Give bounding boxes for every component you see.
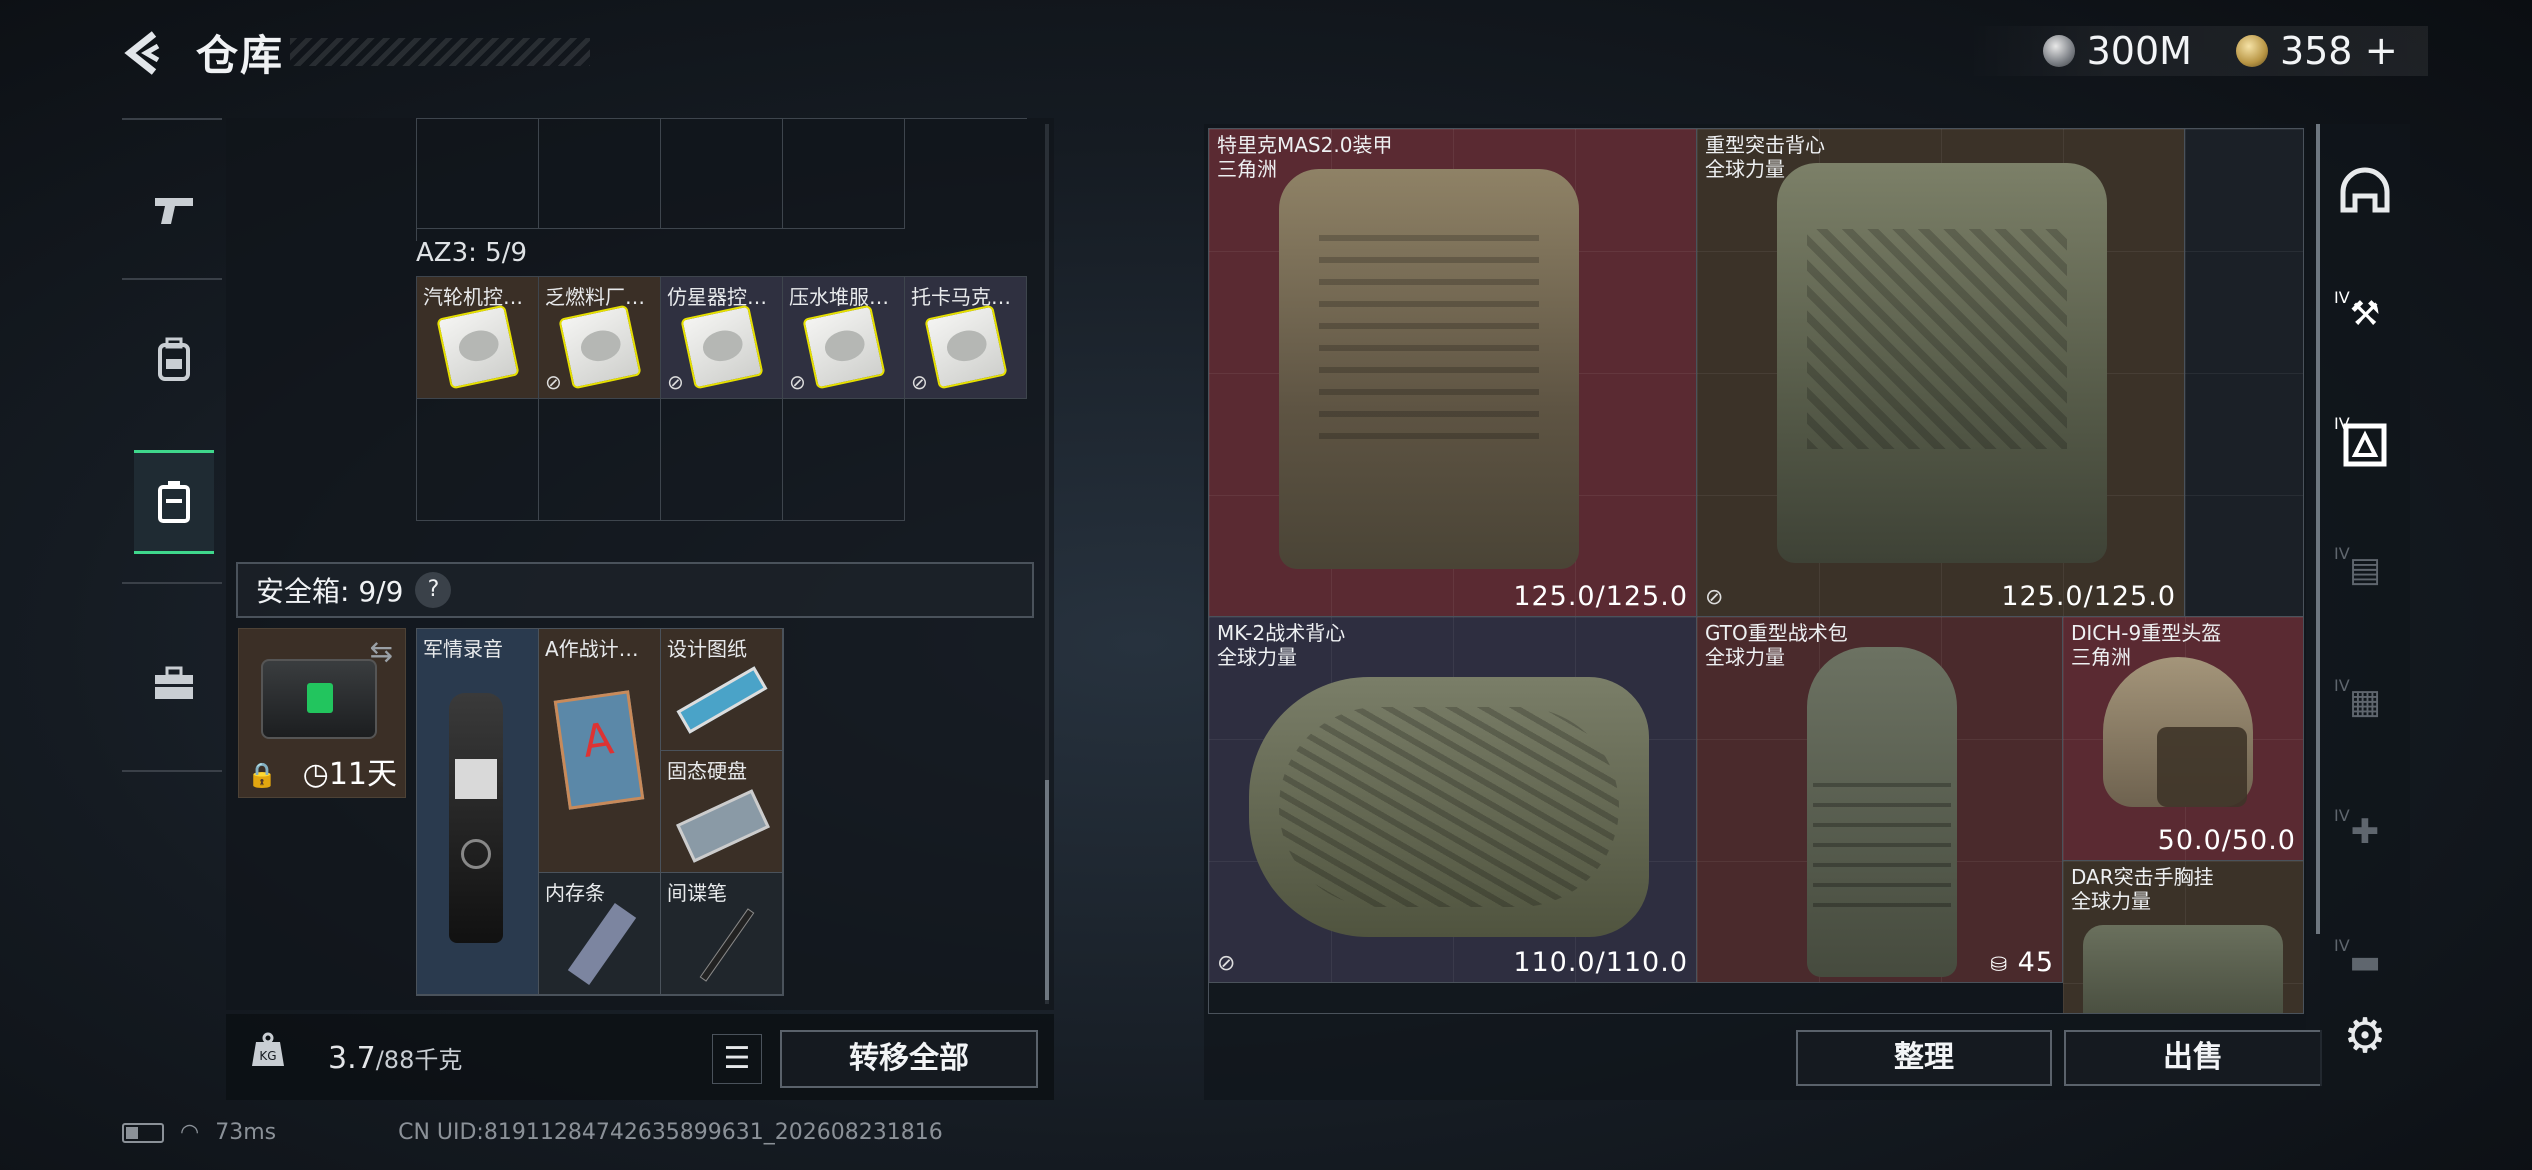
safe-box-slot[interactable]: ⇆ 🔒 ◷11天 [238, 628, 406, 798]
item-spy-pen[interactable]: 间谍笔 [661, 873, 783, 995]
no-insure-icon: ⊘ [1705, 585, 1724, 610]
no-insure-icon: ⊘ [667, 370, 684, 394]
keycard-image [924, 304, 1008, 390]
scrollbar[interactable] [1045, 780, 1049, 1000]
medical-tab-icon: ✚ [2350, 812, 2380, 852]
item-intel-recording[interactable]: 军情录音 [417, 629, 539, 995]
wifi-icon: ◠ [180, 1120, 200, 1145]
item-pwr-key[interactable]: 压水堆服… ⊘ [783, 277, 905, 399]
item-spent-fuel-key[interactable]: 乏燃料厂… ⊘ [539, 277, 661, 399]
item-dar-chest-rig[interactable]: DAR突击手胸挂 全球力量 [2063, 861, 2303, 1013]
az3-grid: 汽轮机控… 乏燃料厂… ⊘ 仿星器控… ⊘ 压水堆服… ⊘ 托卡马克… ⊘ [416, 276, 1027, 521]
equipment-grid: 特里克MAS2.0装甲 三角洲 125.0/125.0 重型突击背心 全球力量 ⊘ … [1208, 128, 2304, 1014]
help-button[interactable]: ? [415, 572, 452, 608]
capacity-icon: ⛁ [1990, 952, 2009, 976]
gold-coin-icon [2235, 35, 2268, 67]
list-icon: ☰ [723, 1041, 751, 1076]
gold-amount: 358 [2279, 29, 2353, 73]
swap-icon[interactable]: ⇆ [370, 635, 393, 668]
tab-folders[interactable]: IV ▦ [2330, 676, 2400, 742]
folder-tab-icon: ▦ [2348, 682, 2382, 722]
item-turbine-key[interactable]: 汽轮机控… [417, 277, 539, 399]
silver-coin-icon [2042, 35, 2075, 67]
ping: 73ms [215, 1120, 277, 1145]
toolbox-icon [155, 666, 193, 699]
organize-button[interactable]: 整理 [1796, 1030, 2052, 1086]
vest-container-icon [158, 481, 190, 523]
transfer-all-button[interactable]: 转移全部 [780, 1030, 1038, 1088]
gear-icon: ⚙ [2343, 1008, 2387, 1064]
no-insure-icon: ⊘ [911, 370, 928, 394]
pistol-icon [155, 198, 193, 224]
list-view-button[interactable]: ☰ [712, 1034, 762, 1084]
item-blueprint[interactable]: 设计图纸 [661, 629, 783, 751]
safe-box-timer: 11天 [328, 757, 397, 792]
weapon-mod-tab-icon: ⚒ [2349, 294, 2381, 334]
item-armor-mas[interactable]: 特里克MAS2.0装甲 三角洲 125.0/125.0 [1209, 129, 1697, 617]
tab-gear[interactable]: IV ▤ [2330, 544, 2400, 610]
item-tokamak-key[interactable]: 托卡马克… ⊘ [905, 277, 1027, 399]
inventory-tabs [122, 118, 224, 772]
title-stripe [290, 38, 590, 66]
ammo-tab-icon: ▬ [2348, 942, 2382, 982]
safe-box-image [261, 659, 377, 739]
tab-helmet[interactable] [2330, 164, 2400, 224]
backpack-icon [158, 337, 190, 381]
page-title: 仓库 [196, 31, 285, 80]
safe-box-grid: 军情录音 A作战计… A 设计图纸 固态硬盘 内存条 间谍笔 [416, 628, 784, 996]
add-currency-button[interactable]: + [2364, 28, 2398, 74]
settings-button[interactable]: ⚙ [2340, 1008, 2390, 1064]
clock-icon: ◷ [302, 757, 329, 792]
item-mk2-vest[interactable]: MK-2战术背心 全球力量 ⊘ 110.0/110.0 [1209, 617, 1697, 983]
carry-weight: 3.7/88千克 [328, 1041, 463, 1076]
battery-icon [122, 1122, 164, 1143]
item-heavy-vest[interactable]: 重型突击背心 全球力量 ⊘ 125.0/125.0 [1697, 129, 2185, 617]
tab-weapon-mods[interactable]: IV ⚒ [2330, 288, 2400, 354]
helmet-tab-icon [2340, 167, 2390, 213]
pocket-grid [416, 118, 1027, 241]
tab-toolbox[interactable] [134, 632, 214, 736]
az3-capacity: AZ3: 5/9 [416, 238, 528, 268]
no-insure-icon: ⊘ [545, 370, 562, 394]
keycard-image [680, 304, 764, 390]
item-dich9-helmet[interactable]: DICH-9重型头盔 三角洲 50.0/50.0 [2063, 617, 2303, 861]
item-gto-backpack[interactable]: GTO重型战术包 全球力量 ⛁ 45 [1697, 617, 2063, 983]
tab-chest-rig[interactable] [134, 450, 214, 554]
silver-amount: 300M [2086, 29, 2192, 73]
back-chevron-icon [124, 31, 160, 75]
item-stellarator-key[interactable]: 仿星器控… ⊘ [661, 277, 783, 399]
tab-medical[interactable]: IV ✚ [2330, 806, 2400, 872]
keycard-image [802, 304, 886, 390]
safe-box-capacity: 安全箱: 9/9 [256, 575, 404, 608]
tab-armor[interactable]: IV [2330, 414, 2400, 480]
safe-box-header: 安全箱: 9/9 ? [236, 562, 1034, 618]
weight-icon: KG [238, 1018, 298, 1082]
back-button[interactable] [120, 28, 166, 78]
item-ssd[interactable]: 固态硬盘 [661, 751, 783, 873]
item-ram[interactable]: 内存条 [539, 873, 661, 995]
no-insure-icon: ⊘ [1217, 951, 1236, 976]
currency-bar: 300M 358 + [1968, 26, 2428, 76]
category-tabs: IV ⚒ IV IV ▤ IV ▦ IV ✚ IV ▬ [2320, 124, 2410, 1100]
tab-ammo[interactable]: IV ▬ [2330, 936, 2400, 1002]
gear-tab-icon: ▤ [2348, 550, 2382, 590]
keycard-image [436, 304, 520, 390]
user-uid: CN UID:81911284742635899631_202608231816 [398, 1120, 943, 1145]
tab-backpack[interactable] [134, 308, 214, 412]
svg-text:KG: KG [259, 1049, 276, 1063]
item-battle-plan[interactable]: A作战计… A [539, 629, 661, 873]
sell-button[interactable]: 出售 [2064, 1030, 2322, 1086]
lock-icon: 🔒 [247, 761, 277, 789]
status-bar: ◠ 73ms CN UID:81911284742635899631_20260… [122, 1120, 943, 1145]
no-insure-icon: ⊘ [789, 370, 806, 394]
tab-weapons[interactable] [134, 158, 214, 262]
keycard-image [558, 304, 642, 390]
